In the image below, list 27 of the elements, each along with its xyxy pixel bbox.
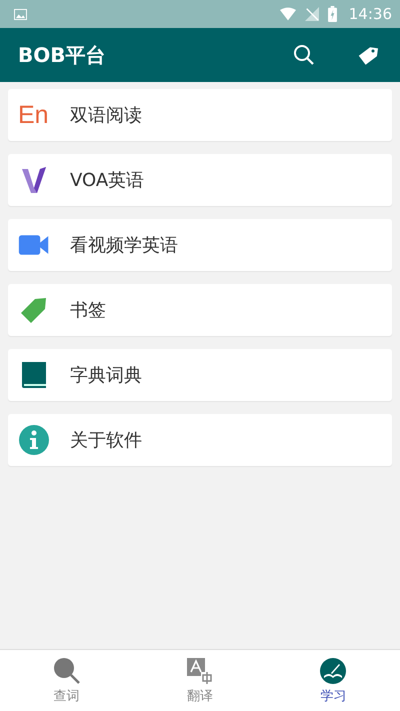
info-icon (18, 424, 50, 456)
wifi-icon (280, 7, 296, 21)
menu-label: 关于软件 (70, 429, 142, 452)
clock-time: 14:36 (348, 5, 392, 23)
menu-item[interactable]: 字典词典 (8, 349, 392, 401)
en-logo: En (18, 100, 49, 130)
nav-tab[interactable]: 翻译 (133, 650, 267, 711)
image-icon (14, 8, 27, 20)
magnifier-icon (52, 656, 81, 684)
menu-item[interactable]: 书签 (8, 284, 392, 336)
app-title: BOB平台 (18, 42, 106, 68)
menu-item[interactable]: En 双语阅读 (8, 89, 392, 141)
nav-tab[interactable]: 查词 (0, 650, 134, 711)
nav-tab[interactable]: 学习 (266, 650, 400, 711)
menu-label: 双语阅读 (70, 104, 142, 127)
menu-label: VOA英语 (70, 169, 144, 192)
menu-label: 字典词典 (70, 364, 142, 387)
translate-icon (186, 656, 214, 684)
battery-icon (328, 6, 337, 22)
search-icon[interactable] (292, 43, 316, 67)
menu-item[interactable]: VOA英语 (8, 154, 392, 206)
menu-label: 书签 (70, 299, 106, 322)
signal-icon (304, 7, 320, 21)
menu-label: 看视频学英语 (70, 234, 178, 257)
study-icon (319, 656, 348, 684)
menu-item[interactable]: 关于软件 (8, 414, 392, 466)
menu-item[interactable]: 看视频学英语 (8, 219, 392, 271)
